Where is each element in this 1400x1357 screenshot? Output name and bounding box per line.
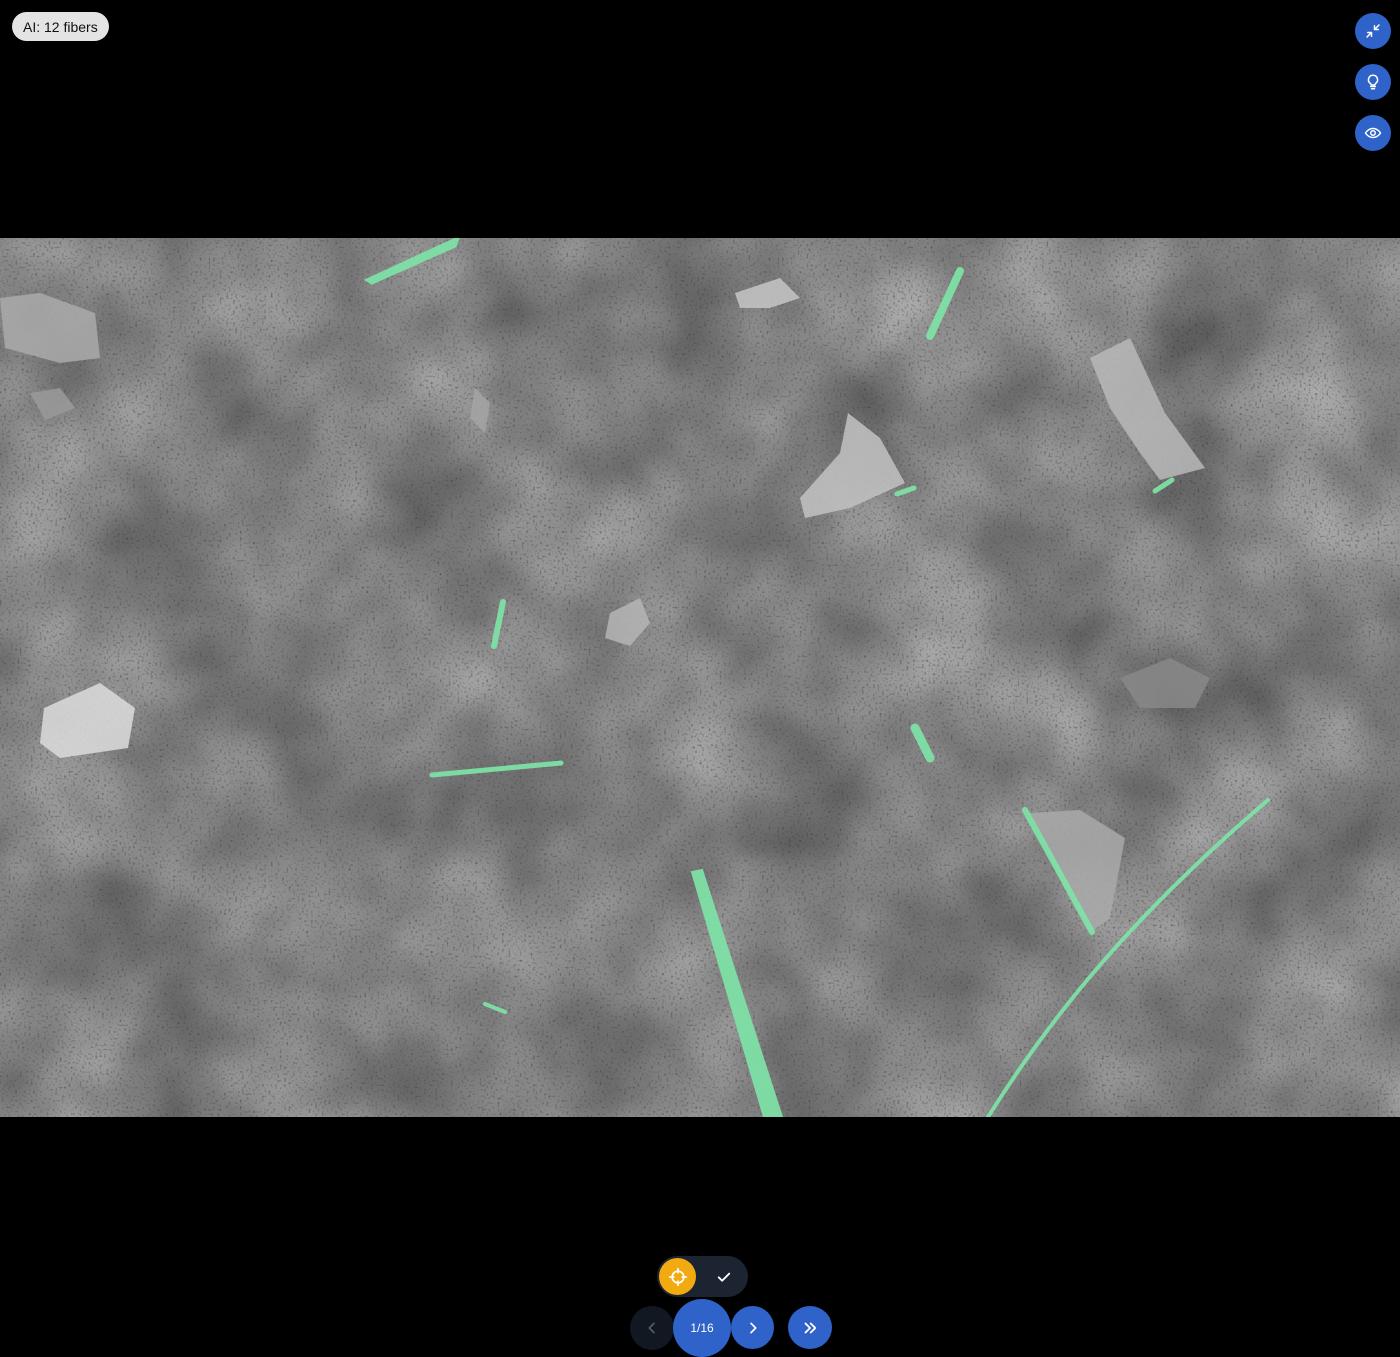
visibility-button[interactable]	[1355, 115, 1391, 151]
check-icon	[717, 1272, 730, 1282]
side-controls	[1355, 13, 1391, 151]
chevron-right-icon	[749, 1322, 756, 1333]
last-page-button[interactable]	[788, 1306, 832, 1349]
micrograph-viewer[interactable]	[0, 238, 1400, 1117]
collapse-button[interactable]	[1355, 13, 1391, 49]
crosshair-icon	[668, 1267, 687, 1286]
annotation-mode-toggle	[657, 1256, 748, 1297]
eye-icon	[1364, 127, 1382, 139]
target-mode-button[interactable]	[659, 1258, 696, 1295]
hint-button[interactable]	[1355, 64, 1391, 100]
page-indicator-label: 1/16	[690, 1321, 714, 1335]
page-indicator: 1/16	[673, 1299, 731, 1357]
ai-fiber-count-badge: AI: 12 fibers	[12, 12, 109, 41]
chevron-left-icon	[648, 1322, 655, 1334]
next-page-button[interactable]	[731, 1306, 774, 1349]
previous-page-button[interactable]	[630, 1306, 674, 1350]
double-chevron-right-icon	[804, 1322, 817, 1333]
lightbulb-icon	[1367, 74, 1379, 90]
sem-micrograph-image	[0, 238, 1400, 1117]
confirm-button[interactable]	[705, 1258, 742, 1295]
collapse-arrows-icon	[1366, 24, 1380, 38]
